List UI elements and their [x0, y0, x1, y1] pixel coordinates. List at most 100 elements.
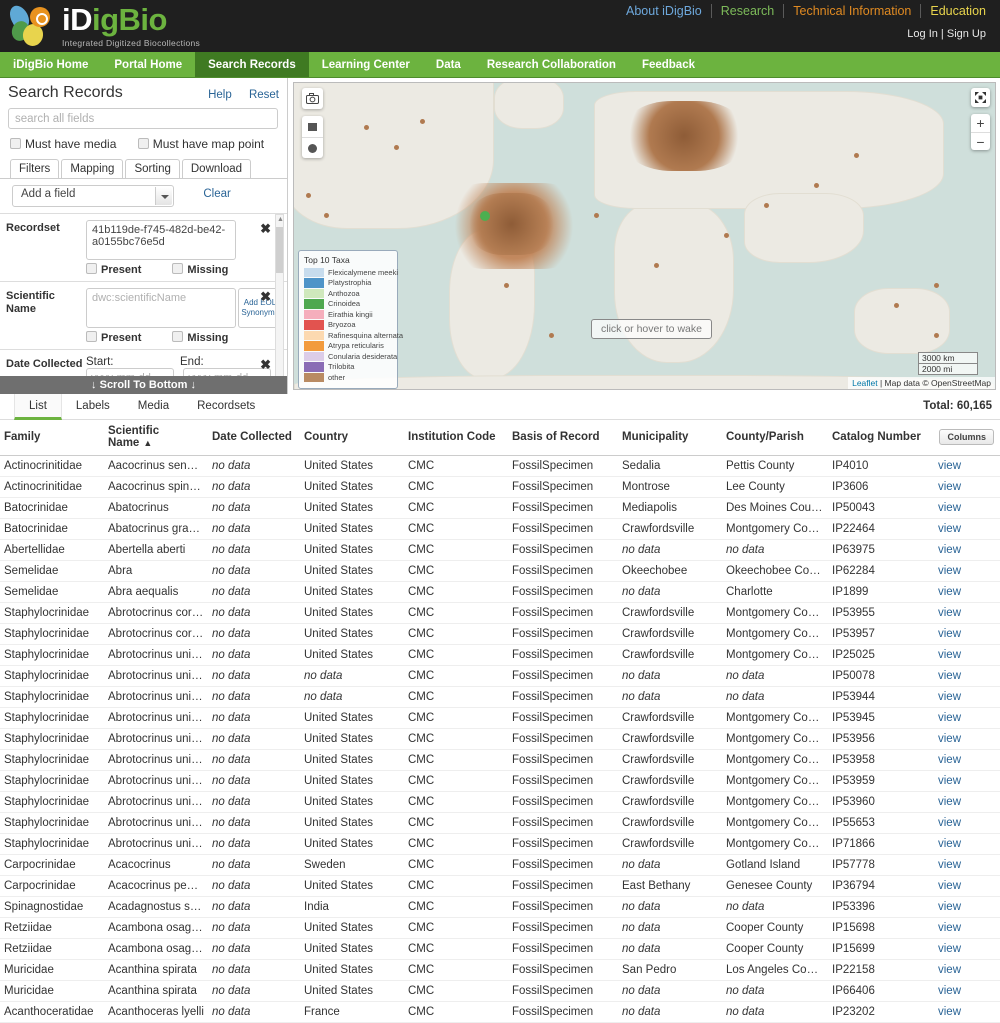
signup-link[interactable]: Sign Up: [947, 28, 986, 40]
table-row[interactable]: Staphylocrinidae Abrotocrinus unicus no da…: [0, 812, 1000, 834]
view-record-link[interactable]: view: [938, 775, 961, 787]
table-row[interactable]: Retziidae Acambona osagensis no data United…: [0, 938, 1000, 960]
view-record-link[interactable]: view: [938, 796, 961, 808]
col-date-collected[interactable]: Date Collected: [208, 420, 300, 456]
tab-recordsets[interactable]: Recordsets: [183, 394, 269, 420]
chevron-down-icon[interactable]: [155, 187, 172, 205]
checkbox-icon[interactable]: [86, 263, 97, 274]
view-record-link[interactable]: view: [938, 502, 961, 514]
view-record-link[interactable]: view: [938, 817, 961, 829]
view-record-link[interactable]: view: [938, 838, 961, 850]
must-have-media-toggle[interactable]: Must have media: [10, 137, 116, 151]
view-record-link[interactable]: view: [938, 901, 961, 913]
tab-labels[interactable]: Labels: [62, 394, 124, 420]
view-record-link[interactable]: view: [938, 649, 961, 661]
remove-filter-icon[interactable]: ✖: [260, 289, 271, 305]
nav-idigbio-home[interactable]: iDigBio Home: [0, 52, 101, 77]
camera-icon[interactable]: [302, 88, 323, 109]
top-nav-research[interactable]: Research: [711, 4, 785, 18]
table-row[interactable]: Semelidae Abra no data United States CMC Foss…: [0, 560, 1000, 582]
table-row[interactable]: Retziidae Acambona osagensis no data United…: [0, 917, 1000, 939]
col-basis-of-record[interactable]: Basis of Record: [508, 420, 618, 456]
reset-link[interactable]: Reset: [249, 89, 279, 101]
table-row[interactable]: Staphylocrinidae Abrotocrinus unicus no da…: [0, 749, 1000, 771]
idigbio-logo[interactable]: iDigBio Integrated Digitized Biocollecti…: [6, 2, 200, 48]
view-record-link[interactable]: view: [938, 712, 961, 724]
view-record-link[interactable]: view: [938, 544, 961, 556]
table-row[interactable]: Staphylocrinidae Abrotocrinus unicus no da…: [0, 770, 1000, 792]
table-row[interactable]: Actinocrinitidae Aacocrinus senectus no da…: [0, 455, 1000, 477]
nav-search-records[interactable]: Search Records: [195, 52, 309, 77]
search-all-fields-input[interactable]: [8, 108, 278, 129]
view-record-link[interactable]: view: [938, 523, 961, 535]
view-record-link[interactable]: view: [938, 586, 961, 598]
col-family[interactable]: Family: [0, 420, 104, 456]
table-row[interactable]: SpinagnostidaeAcadagnostus scutalisno da…: [0, 896, 1000, 918]
table-row[interactable]: Muricidae Acanthina spirata no data United …: [0, 959, 1000, 981]
scroll-to-bottom-button[interactable]: ↓ Scroll To Bottom ↓: [0, 376, 287, 394]
login-link[interactable]: Log In: [907, 28, 938, 40]
col-scientific-name[interactable]: Scientific Name ▲: [104, 420, 208, 456]
table-row[interactable]: Staphylocrinidae Abrotocrinus unicus no da…: [0, 707, 1000, 729]
map-wake-tooltip[interactable]: click or hover to wake: [591, 319, 712, 339]
view-record-link[interactable]: view: [938, 1006, 961, 1018]
view-record-link[interactable]: view: [938, 733, 961, 745]
tab-mapping[interactable]: Mapping: [61, 159, 124, 178]
col-institution-code[interactable]: Institution Code: [404, 420, 508, 456]
table-row[interactable]: Semelidae Abra aequalis no data United Stat…: [0, 581, 1000, 603]
table-row[interactable]: CarpocrinidaeAcacocrinus pentadac...no d…: [0, 875, 1000, 897]
sciname-present-toggle[interactable]: Present: [86, 331, 141, 344]
tab-filters[interactable]: Filters: [10, 159, 60, 178]
view-record-link[interactable]: view: [938, 754, 961, 766]
leaflet-link[interactable]: Leaflet: [852, 378, 878, 388]
top-nav-technical-information[interactable]: Technical Information: [784, 4, 922, 18]
checkbox-icon[interactable]: [172, 331, 184, 342]
table-row[interactable]: Staphylocrinidae Abrotocrinus unicus no da…: [0, 686, 1000, 708]
col-county-parish[interactable]: County/Parish: [722, 420, 828, 456]
table-row[interactable]: Acanthoceratidae Acanthoceras lyelli no da…: [0, 1001, 1000, 1023]
table-row[interactable]: Muricidae Acanthina spirata no data United …: [0, 980, 1000, 1002]
tab-download[interactable]: Download: [181, 159, 252, 178]
record-map[interactable]: + − click or hover to wake Top 10 Taxa F…: [293, 82, 996, 390]
table-row[interactable]: Batocrinidae Abatocrinus grandis no data Un…: [0, 518, 1000, 540]
tab-list[interactable]: List: [14, 394, 62, 420]
table-row[interactable]: Batocrinidae Abatocrinus no data United Sta…: [0, 497, 1000, 519]
table-row[interactable]: Staphylocrinidae Abrotocrinus unicus no da…: [0, 791, 1000, 813]
view-record-link[interactable]: view: [938, 985, 961, 997]
table-row[interactable]: ActinocrinitidaeAacocrinus spinulosusno …: [0, 476, 1000, 498]
checkbox-icon[interactable]: [172, 263, 184, 274]
scientific-name-textarea[interactable]: [86, 288, 236, 328]
tab-media[interactable]: Media: [124, 394, 183, 420]
recordset-present-toggle[interactable]: Present: [86, 263, 141, 276]
col-municipality[interactable]: Municipality: [618, 420, 722, 456]
table-row[interactable]: Staphylocrinidae Abrotocrinus unicus no da…: [0, 665, 1000, 687]
table-row[interactable]: Staphylocrinidae Abrotocrinus unicus no da…: [0, 833, 1000, 855]
columns-button[interactable]: Columns: [939, 429, 994, 445]
table-row[interactable]: Carpocrinidae Acacocrinus no data Sweden CMC…: [0, 854, 1000, 876]
rectangle-draw-icon[interactable]: [302, 116, 323, 137]
table-row[interactable]: Staphylocrinidae Abrotocrinus unicus no da…: [0, 728, 1000, 750]
view-record-link[interactable]: view: [938, 628, 961, 640]
table-row[interactable]: Staphylocrinidae Abrotocrinus unicus no da…: [0, 644, 1000, 666]
nav-data[interactable]: Data: [423, 52, 474, 77]
view-record-link[interactable]: view: [938, 922, 961, 934]
top-nav-education[interactable]: Education: [921, 4, 988, 18]
scroll-up-arrow-icon[interactable]: ▲: [277, 216, 284, 223]
circle-draw-icon[interactable]: [302, 137, 323, 158]
scrollbar-thumb[interactable]: [276, 227, 283, 273]
table-row[interactable]: Abertellidae Abertella aberti no data Unite…: [0, 539, 1000, 561]
recordset-textarea[interactable]: 41b119de-f745-482d-be42-a0155bc76e5d: [86, 220, 236, 260]
clear-filters-link[interactable]: Clear: [203, 188, 230, 200]
view-record-link[interactable]: view: [938, 943, 961, 955]
must-have-map-point-toggle[interactable]: Must have map point: [137, 137, 264, 151]
help-link[interactable]: Help: [208, 89, 232, 101]
remove-filter-icon[interactable]: ✖: [260, 221, 271, 237]
col-catalog-number[interactable]: Catalog Number: [828, 420, 934, 456]
table-row[interactable]: Staphylocrinidae Abrotocrinus coreyi no da…: [0, 623, 1000, 645]
view-record-link[interactable]: view: [938, 670, 961, 682]
view-record-link[interactable]: view: [938, 481, 961, 493]
view-record-link[interactable]: view: [938, 880, 961, 892]
zoom-in-button[interactable]: +: [971, 114, 990, 132]
checkbox-icon[interactable]: [86, 331, 97, 342]
checkbox-icon[interactable]: [137, 138, 149, 149]
